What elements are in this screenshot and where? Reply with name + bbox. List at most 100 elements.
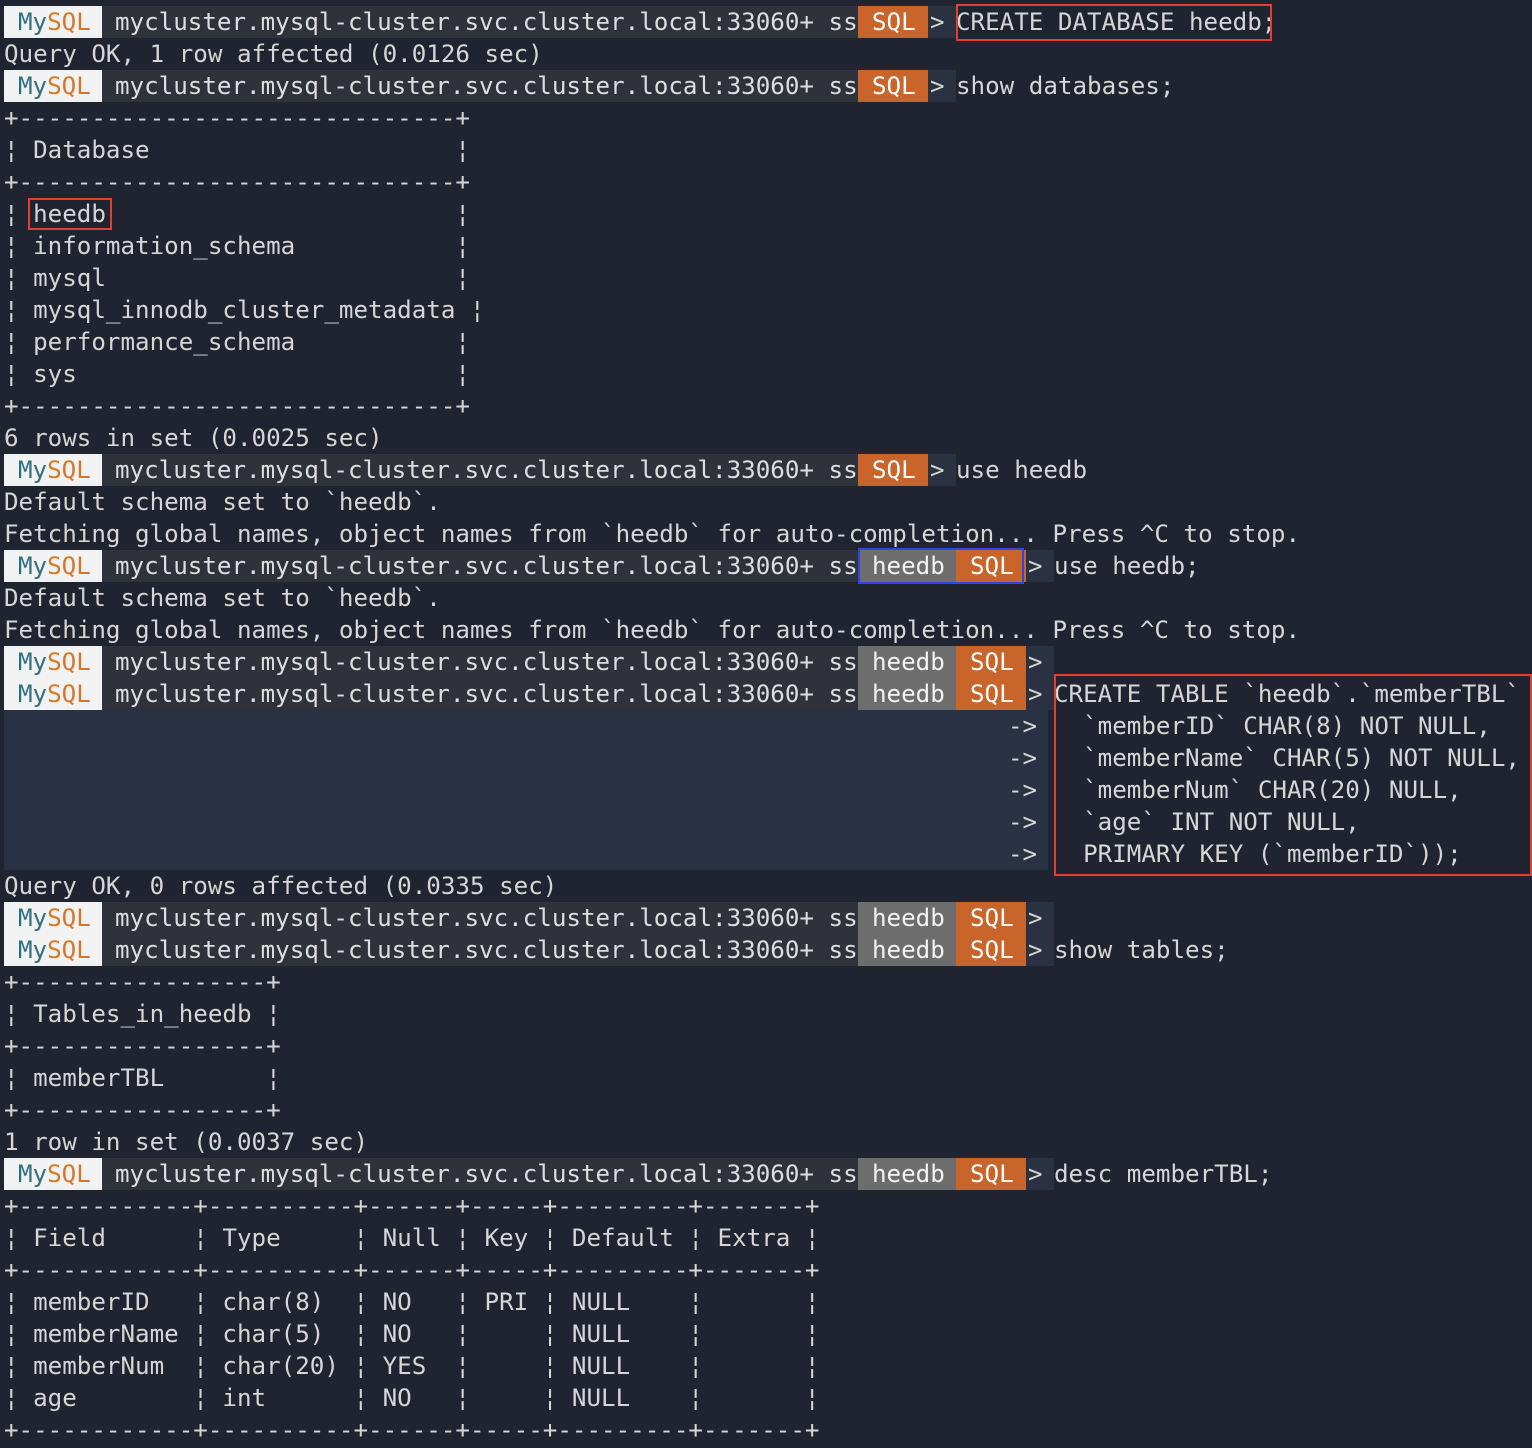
prompt-mysql-segment: MySQL <box>4 70 102 102</box>
highlight-create-table <box>1054 674 1532 876</box>
prompt-sql-segment: SQL <box>956 1158 1026 1190</box>
prompt-mysql-segment: MySQL <box>4 550 102 582</box>
prompt-sql-segment: SQL <box>858 6 928 38</box>
table-header: ¦ Database ¦ <box>4 136 470 164</box>
prompt-app-label: My <box>18 552 48 580</box>
prompt-sql-segment: SQL <box>956 678 1026 710</box>
highlight-create-database <box>956 4 1272 41</box>
command-text: use heedb; <box>1054 552 1200 580</box>
prompt-mysql-segment: MySQL <box>4 902 102 934</box>
continuation-arrow-icon: -> <box>1008 744 1038 772</box>
table-header: ¦ Tables_in_heedb ¦ <box>4 1000 281 1028</box>
table-border: +-----------------+ <box>4 1096 281 1124</box>
prompt-schema-segment: heedb <box>858 934 956 966</box>
output-line: Default schema set to `heedb`. <box>4 488 441 516</box>
table-border: +------------------------------+ <box>4 168 470 196</box>
prompt-host-segment: mycluster.mysql-cluster.svc.cluster.loca… <box>102 550 872 582</box>
highlight-schema-prompt <box>858 548 1024 584</box>
prompt-app-label: My <box>18 648 48 676</box>
prompt-sql-segment: SQL <box>956 934 1026 966</box>
prompt-line: MySQL mycluster.mysql-cluster.svc.cluste… <box>4 934 1532 966</box>
prompt-app-accent: SQL <box>47 72 91 100</box>
prompt-mysql-segment: MySQL <box>4 6 102 38</box>
table-row: ¦ information_schema ¦ <box>4 232 470 260</box>
table-row: ¦ mysql ¦ <box>4 264 470 292</box>
prompt-mysql-segment: MySQL <box>4 646 102 678</box>
table-row: ¦ performance_schema ¦ <box>4 328 470 356</box>
prompt-mysql-segment: MySQL <box>4 678 102 710</box>
prompt-host-segment: mycluster.mysql-cluster.svc.cluster.loca… <box>102 454 872 486</box>
table-header: ¦ Field ¦ Type ¦ Null ¦ Key ¦ Default ¦ … <box>4 1224 820 1252</box>
command-text: show databases; <box>956 72 1175 100</box>
prompt-host-segment: mycluster.mysql-cluster.svc.cluster.loca… <box>102 6 872 38</box>
prompt-host-segment: mycluster.mysql-cluster.svc.cluster.loca… <box>102 678 872 710</box>
output-line: Fetching global names, object names from… <box>4 616 1301 644</box>
prompt-sql-segment: SQL <box>956 646 1026 678</box>
table-border: +-----------------+ <box>4 968 281 996</box>
prompt-arrow-icon: > <box>1026 902 1054 934</box>
table-row: ¦ mysql_innodb_cluster_metadata ¦ <box>4 296 485 324</box>
command-text: desc memberTBL; <box>1054 1160 1273 1188</box>
prompt-host-segment: mycluster.mysql-cluster.svc.cluster.loca… <box>102 70 872 102</box>
continuation-arrow-icon: -> <box>1008 808 1038 836</box>
command-text: show tables; <box>1054 936 1229 964</box>
prompt-arrow-icon: > <box>928 454 956 486</box>
prompt-app-label: My <box>18 8 48 36</box>
highlight-heedb-row <box>28 198 112 230</box>
table-row: ¦ age ¦ int ¦ NO ¦ ¦ NULL ¦ ¦ <box>4 1384 820 1412</box>
command-text: use heedb <box>956 456 1088 484</box>
prompt-line: MySQL mycluster.mysql-cluster.svc.cluste… <box>4 70 1532 102</box>
prompt-app-label: My <box>18 904 48 932</box>
prompt-sql-segment: SQL <box>858 454 928 486</box>
continuation-arrow-icon: -> <box>1008 840 1038 868</box>
prompt-app-accent: SQL <box>47 936 91 964</box>
table-border: +------------------------------+ <box>4 104 470 132</box>
prompt-host-segment: mycluster.mysql-cluster.svc.cluster.loca… <box>102 934 872 966</box>
prompt-arrow-icon: > <box>1026 678 1054 710</box>
prompt-arrow-icon: > <box>1026 550 1054 582</box>
prompt-app-accent: SQL <box>47 1160 91 1188</box>
prompt-schema-segment: heedb <box>858 902 956 934</box>
prompt-app-accent: SQL <box>47 904 91 932</box>
table-row: ¦ memberID ¦ char(8) ¦ NO ¦ PRI ¦ NULL ¦… <box>4 1288 820 1316</box>
prompt-line: MySQL mycluster.mysql-cluster.svc.cluste… <box>4 902 1532 934</box>
prompt-app-accent: SQL <box>47 456 91 484</box>
prompt-host-segment: mycluster.mysql-cluster.svc.cluster.loca… <box>102 1158 872 1190</box>
prompt-app-label: My <box>18 936 48 964</box>
prompt-host-segment: mycluster.mysql-cluster.svc.cluster.loca… <box>102 902 872 934</box>
prompt-line: MySQL mycluster.mysql-cluster.svc.cluste… <box>4 6 1532 38</box>
prompt-mysql-segment: MySQL <box>4 1158 102 1190</box>
prompt-sql-segment: SQL <box>956 902 1026 934</box>
prompt-app-accent: SQL <box>47 552 91 580</box>
terminal-window[interactable]: MySQL mycluster.mysql-cluster.svc.cluste… <box>0 0 1532 1448</box>
table-row: ¦ memberTBL ¦ <box>4 1064 281 1092</box>
continuation-arrow-icon: -> <box>1008 712 1038 740</box>
prompt-line: MySQL mycluster.mysql-cluster.svc.cluste… <box>4 1158 1532 1190</box>
prompt-arrow-icon: > <box>1026 934 1054 966</box>
prompt-app-label: My <box>18 456 48 484</box>
prompt-sql-segment: SQL <box>858 70 928 102</box>
prompt-app-label: My <box>18 1160 48 1188</box>
output-line: Default schema set to `heedb`. <box>4 584 441 612</box>
table-border: +------------+----------+------+-----+--… <box>4 1416 820 1444</box>
prompt-app-accent: SQL <box>47 648 91 676</box>
prompt-mysql-segment: MySQL <box>4 934 102 966</box>
table-row: ¦ memberNum ¦ char(20) ¦ YES ¦ ¦ NULL ¦ … <box>4 1352 820 1380</box>
continuation-block <box>4 710 1048 870</box>
prompt-arrow-icon: > <box>1026 646 1054 678</box>
table-row: ¦ sys ¦ <box>4 360 470 388</box>
prompt-schema-segment: heedb <box>858 1158 956 1190</box>
prompt-app-accent: SQL <box>47 8 91 36</box>
table-row: ¦ memberName ¦ char(5) ¦ NO ¦ ¦ NULL ¦ ¦ <box>4 1320 820 1348</box>
output-line: 1 row in set (0.0037 sec) <box>4 1128 369 1156</box>
table-border: +------------+----------+------+-----+--… <box>4 1192 820 1220</box>
prompt-arrow-icon: > <box>1026 1158 1054 1190</box>
prompt-arrow-icon: > <box>928 6 956 38</box>
table-border: +------------------------------+ <box>4 392 470 420</box>
prompt-schema-segment: heedb <box>858 646 956 678</box>
prompt-host-segment: mycluster.mysql-cluster.svc.cluster.loca… <box>102 646 872 678</box>
prompt-schema-segment: heedb <box>858 678 956 710</box>
table-border: +-----------------+ <box>4 1032 281 1060</box>
table-border: +------------+----------+------+-----+--… <box>4 1256 820 1284</box>
prompt-app-label: My <box>18 680 48 708</box>
